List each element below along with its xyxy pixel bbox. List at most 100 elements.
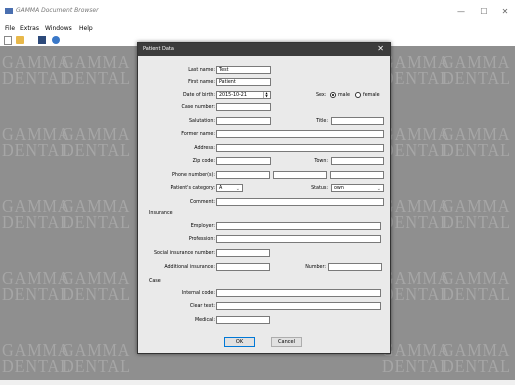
sex-male-radio[interactable] — [330, 92, 336, 98]
clear-text-input[interactable] — [216, 302, 381, 310]
comment-label: Comment: — [189, 200, 215, 205]
menu-help[interactable]: Help — [79, 25, 93, 32]
status-value: own — [334, 186, 344, 191]
menu-bar: File Extras Windows Help — [0, 24, 515, 34]
social-insurance-label: Social insurance number: — [154, 251, 215, 256]
status-select[interactable]: own ⌄ — [331, 184, 384, 192]
watermark: GAMMA DENTAL — [62, 124, 131, 160]
watermark: GAMMA DENTAL — [382, 124, 451, 160]
save-icon[interactable] — [38, 36, 46, 44]
watermark: GAMMA DENTAL — [442, 268, 511, 304]
address-input[interactable] — [216, 144, 384, 152]
employer-label: Employer: — [190, 224, 215, 229]
app-logo-icon — [5, 8, 13, 14]
internal-code-label: Internal code: — [181, 291, 215, 296]
former-name-input[interactable] — [216, 130, 384, 138]
last-name-input[interactable]: Test — [216, 66, 271, 74]
menu-file[interactable]: File — [5, 25, 15, 32]
app-title: GAMMA Document Browser — [16, 7, 99, 14]
additional-insurance-label: Additional insurance: — [164, 265, 215, 270]
dialog-title-bar: Patient Data ✕ — [138, 43, 390, 56]
salutation-input[interactable] — [216, 117, 271, 125]
app-title-bar: GAMMA Document Browser — ☐ ✕ — [0, 0, 515, 24]
medical-input[interactable] — [216, 316, 270, 324]
town-input[interactable] — [331, 157, 384, 165]
insurance-section-heading: Insurance — [149, 211, 173, 216]
phone-input-1[interactable] — [216, 171, 270, 179]
profession-input[interactable] — [216, 235, 381, 243]
open-folder-icon[interactable] — [16, 36, 24, 44]
ok-button[interactable]: OK — [224, 337, 255, 347]
watermark: GAMMA DENTAL — [382, 196, 451, 232]
close-window-button[interactable]: ✕ — [498, 7, 512, 16]
dob-input[interactable]: 2015-10-21 ▲ ▼ — [216, 91, 271, 99]
dialog-close-button[interactable]: ✕ — [377, 44, 384, 53]
town-label: Town: — [314, 159, 328, 164]
watermark: GAMMA DENTAL — [2, 340, 71, 376]
case-number-label: Case number: — [181, 105, 215, 110]
zip-label: Zip code: — [192, 159, 215, 164]
status-label: Status: — [311, 186, 328, 191]
case-number-input[interactable] — [216, 103, 271, 111]
number-label: Number: — [305, 265, 326, 270]
watermark: GAMMA DENTAL — [62, 268, 131, 304]
watermark: GAMMA DENTAL — [2, 196, 71, 232]
title-input[interactable] — [331, 117, 384, 125]
first-name-label: First name: — [188, 80, 215, 85]
patient-category-select[interactable]: A ⌄ — [216, 184, 243, 192]
chevron-down-icon: ⌄ — [235, 186, 240, 192]
watermark: GAMMA DENTAL — [442, 340, 511, 376]
clear-text-label: Clear text: — [189, 304, 215, 309]
patient-data-dialog: Patient Data ✕ Last name: Test First nam… — [137, 42, 391, 354]
status-bar — [0, 380, 515, 385]
internal-code-input[interactable] — [216, 289, 381, 297]
sex-female-radio[interactable] — [355, 92, 361, 98]
additional-insurance-input[interactable] — [216, 263, 270, 271]
last-name-label: Last name: — [188, 68, 215, 73]
new-document-icon[interactable] — [4, 36, 12, 45]
watermark: GAMMA DENTAL — [442, 52, 511, 88]
dob-value: 2015-10-21 — [219, 93, 247, 98]
salutation-label: Salutation: — [189, 119, 215, 124]
dialog-title: Patient Data — [143, 46, 174, 52]
zip-input[interactable] — [216, 157, 271, 165]
watermark: GAMMA DENTAL — [2, 268, 71, 304]
watermark: GAMMA DENTAL — [442, 124, 511, 160]
patient-category-value: A — [219, 186, 223, 191]
sex-male-label: male — [338, 93, 350, 98]
globe-icon[interactable] — [52, 36, 60, 44]
phone-input-3[interactable] — [330, 171, 384, 179]
cancel-button[interactable]: Cancel — [271, 337, 302, 347]
menu-extras[interactable]: Extras — [20, 25, 39, 32]
phone-label: Phone number(s): — [172, 173, 215, 178]
medical-label: Medical: — [195, 318, 215, 323]
watermark: GAMMA DENTAL — [62, 196, 131, 232]
watermark: GAMMA DENTAL — [442, 196, 511, 232]
title-label: Title: — [316, 119, 328, 124]
watermark: GAMMA DENTAL — [382, 268, 451, 304]
sex-label: Sex: — [316, 93, 327, 98]
menu-windows[interactable]: Windows — [45, 25, 72, 32]
phone-input-2[interactable] — [273, 171, 327, 179]
first-name-input[interactable]: Patient — [216, 78, 271, 86]
case-section-heading: Case — [149, 279, 161, 284]
patient-category-label: Patient's category: — [170, 186, 215, 191]
watermark: GAMMA DENTAL — [382, 340, 451, 376]
chevron-down-icon: ⌄ — [376, 186, 381, 192]
watermark: GAMMA DENTAL — [62, 52, 131, 88]
social-insurance-input[interactable] — [216, 249, 270, 257]
comment-input[interactable] — [216, 198, 384, 206]
dob-label: Date of birth: — [182, 93, 215, 98]
minimize-button[interactable]: — — [454, 7, 468, 16]
dob-spinner[interactable]: ▲ ▼ — [263, 92, 269, 98]
watermark: GAMMA DENTAL — [62, 340, 131, 376]
profession-label: Profession: — [188, 237, 215, 242]
former-name-label: Former name: — [181, 132, 215, 137]
watermark: GAMMA DENTAL — [2, 52, 71, 88]
employer-input[interactable] — [216, 222, 381, 230]
maximize-button[interactable]: ☐ — [477, 7, 491, 16]
watermark: GAMMA DENTAL — [2, 124, 71, 160]
number-input[interactable] — [328, 263, 382, 271]
address-label: Address: — [194, 146, 215, 151]
sex-female-label: female — [363, 93, 380, 98]
